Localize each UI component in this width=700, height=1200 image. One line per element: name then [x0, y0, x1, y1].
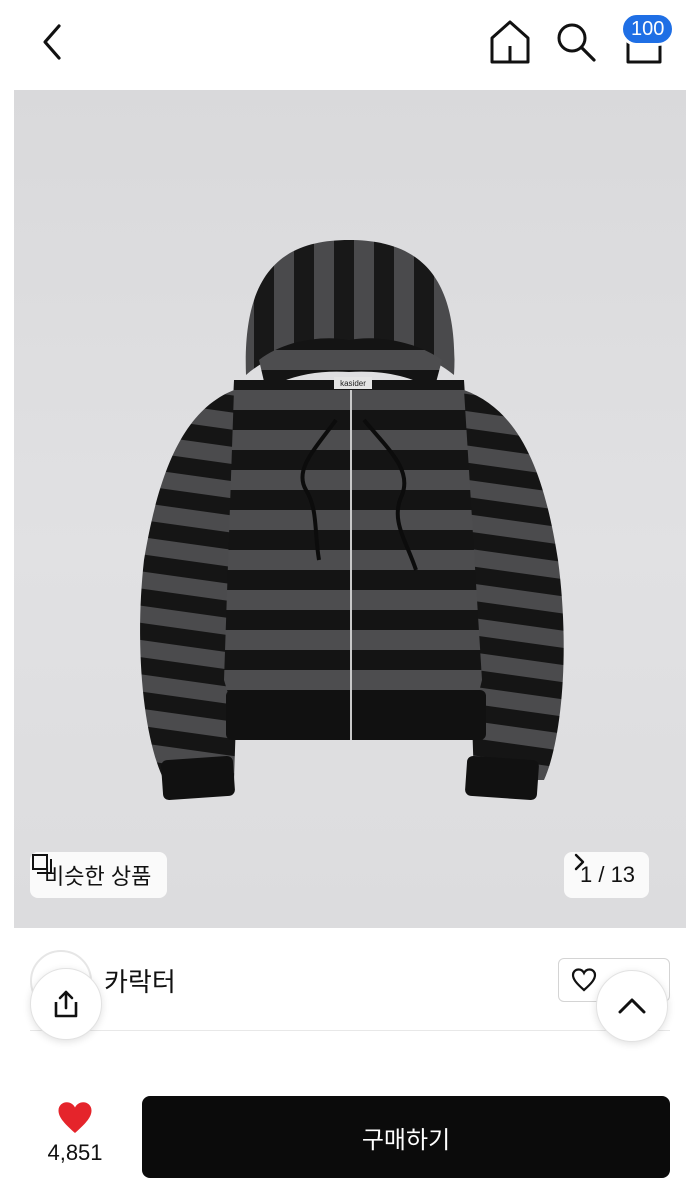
product-image-gallery[interactable]: kasider 비슷한 상품 1 / 13	[14, 90, 686, 928]
wishlist-button[interactable]: 4,851	[34, 1094, 116, 1166]
search-icon	[557, 23, 596, 62]
cart-count-badge: 100	[620, 12, 676, 46]
buy-button[interactable]: 구매하기	[142, 1096, 670, 1178]
share-button[interactable]	[30, 968, 102, 1040]
scroll-to-top-button[interactable]	[596, 970, 668, 1042]
similar-products-button[interactable]: 비슷한 상품	[30, 852, 168, 898]
section-divider	[30, 1030, 670, 1031]
stacked-squares-icon	[32, 854, 52, 874]
similar-products-label: 비슷한 상품	[44, 864, 152, 889]
chevron-left-icon	[43, 24, 61, 60]
share-icon	[54, 990, 78, 1018]
top-nav-bar: 100	[0, 0, 700, 88]
image-counter-button[interactable]: 1 / 13	[564, 852, 650, 898]
product-page: 100 kasider 비슷한 상품 1 / 13 카락터 4,851 구매하기	[0, 0, 700, 1200]
search-button[interactable]	[552, 16, 600, 68]
wishlist-count: 4,851	[47, 1140, 103, 1165]
chevron-up-icon	[618, 998, 646, 1014]
home-button[interactable]	[486, 16, 534, 68]
bottom-action-bar: 4,851 구매하기	[0, 1074, 700, 1200]
brand-name[interactable]: 카락터	[104, 962, 176, 999]
home-icon	[490, 20, 530, 64]
brand-row: 카락터	[0, 930, 700, 1030]
heart-filled-icon	[58, 1102, 92, 1133]
chevron-right-icon	[574, 853, 585, 871]
heart-outline-icon	[571, 968, 597, 992]
image-page-indicator: 1 / 13	[580, 862, 636, 887]
product-photo: kasider	[140, 240, 564, 801]
garment-label-tag: kasider	[340, 379, 366, 388]
back-button[interactable]	[28, 18, 76, 66]
